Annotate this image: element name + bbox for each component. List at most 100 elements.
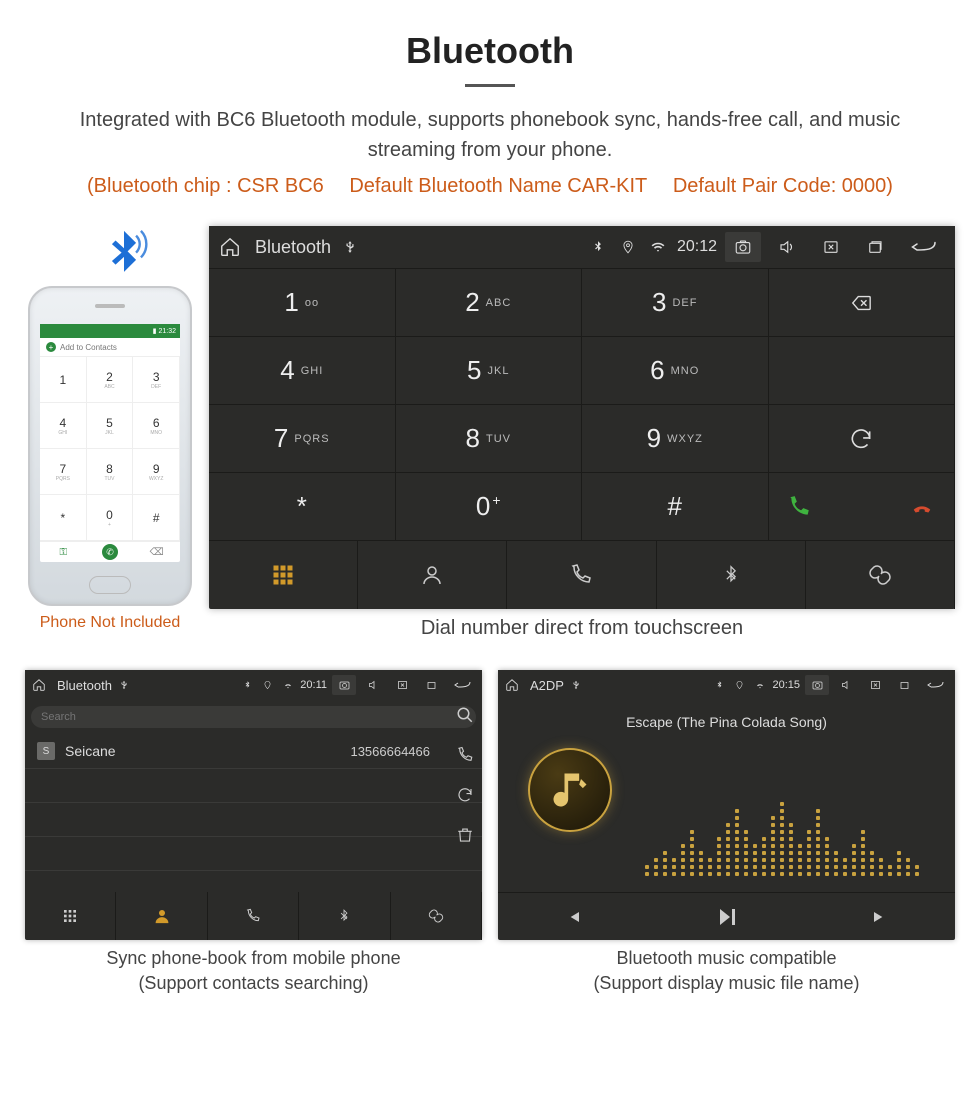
nav-pair[interactable]: [391, 892, 482, 940]
search-input[interactable]: [31, 706, 476, 728]
nav-dialpad[interactable]: [209, 541, 358, 609]
nav-pair[interactable]: [806, 541, 955, 609]
dialer-key-4[interactable]: 4GHI: [209, 337, 396, 405]
recent-apps-button[interactable]: [419, 675, 443, 695]
nav-contacts[interactable]: [116, 892, 207, 940]
sync-button[interactable]: [769, 405, 956, 473]
home-icon[interactable]: [504, 678, 519, 693]
volume-button[interactable]: [834, 675, 858, 695]
dialer-key-8[interactable]: 8TUV: [396, 405, 583, 473]
dialer-key-1[interactable]: 1oo: [209, 269, 396, 337]
call-icon[interactable]: [456, 746, 474, 764]
statusbar-time: 20:12: [677, 238, 717, 256]
phone-statusbar: ▮ 21:32: [40, 324, 180, 338]
volume-button[interactable]: [361, 675, 385, 695]
back-button[interactable]: [901, 232, 945, 262]
phone-key: 5JKL: [87, 403, 134, 449]
bluetooth-icon: [712, 678, 727, 693]
nav-contacts[interactable]: [358, 541, 507, 609]
song-title: Escape (The Pina Colada Song): [498, 714, 955, 730]
volume-button[interactable]: [769, 232, 805, 262]
back-button[interactable]: [448, 675, 476, 695]
usb-icon: [569, 678, 584, 693]
search-icon[interactable]: [456, 706, 474, 724]
close-app-button[interactable]: [863, 675, 887, 695]
wifi-icon: [752, 678, 767, 693]
prev-track-button[interactable]: [498, 893, 650, 940]
contact-initial: S: [37, 742, 55, 760]
spec-name: Default Bluetooth Name CAR-KIT: [349, 175, 647, 197]
music-caption: Bluetooth music compatible (Support disp…: [498, 946, 955, 996]
location-icon: [617, 236, 639, 258]
music-screen: A2DP 20:15 Escape (The Pina Colada Song): [498, 670, 955, 940]
location-icon: [732, 678, 747, 693]
album-art-icon: [528, 748, 612, 832]
dialer-key-9[interactable]: 9WXYZ: [582, 405, 769, 473]
sync-icon[interactable]: [456, 786, 474, 804]
phone-mockup: ▮ 21:32 +Add to Contacts 12ABC3DEF 4GHI5J…: [28, 286, 192, 606]
add-contacts-row: +Add to Contacts: [40, 338, 180, 357]
nav-call-history[interactable]: [208, 892, 299, 940]
nav-bluetooth[interactable]: [299, 892, 390, 940]
backspace-button[interactable]: [769, 269, 956, 337]
screenshot-button[interactable]: [805, 675, 829, 695]
call-end-buttons[interactable]: [769, 473, 956, 541]
bluetooth-icon: [587, 236, 609, 258]
statusbar-time: 20:11: [300, 679, 327, 691]
dialer-key-2[interactable]: 2ABC: [396, 269, 583, 337]
phone-key: #: [133, 495, 180, 541]
contact-row[interactable]: S Seicane 13566664466: [25, 734, 482, 769]
recent-apps-button[interactable]: [857, 232, 893, 262]
delete-icon[interactable]: [456, 826, 474, 844]
dialer-key-0[interactable]: 0+: [396, 473, 583, 541]
bluetooth-icon: [240, 678, 255, 693]
nav-bluetooth[interactable]: [657, 541, 806, 609]
nav-call-history[interactable]: [507, 541, 656, 609]
dialer-key-6[interactable]: 6MNO: [582, 337, 769, 405]
phone-key: 3DEF: [133, 357, 180, 403]
dialer-key-5[interactable]: 5JKL: [396, 337, 583, 405]
dialer-key-#[interactable]: #: [582, 473, 769, 541]
wifi-icon: [647, 236, 669, 258]
equalizer-viz: [628, 756, 935, 876]
play-pause-button[interactable]: [650, 893, 802, 940]
phone-key: 2ABC: [87, 357, 134, 403]
dialer-key-3[interactable]: 3DEF: [582, 269, 769, 337]
usb-icon: [117, 678, 132, 693]
usb-icon: [339, 236, 361, 258]
phone-call-button: ✆: [87, 542, 134, 562]
main-dialer-screen: Bluetooth 20:12 1oo2ABC3DEF 4GHI5JKL6MNO 7…: [209, 226, 955, 609]
home-icon[interactable]: [219, 236, 241, 258]
phone-key: 9WXYZ: [133, 449, 180, 495]
recent-apps-button[interactable]: [892, 675, 916, 695]
phone-not-included-label: Phone Not Included: [25, 614, 195, 632]
spec-line: (Bluetooth chip : CSR BC6 Default Blueto…: [0, 175, 980, 198]
screenshot-button[interactable]: [332, 675, 356, 695]
phonebook-screen: Bluetooth 20:11 S Seicane: [25, 670, 482, 940]
dialer-key-7[interactable]: 7PQRS: [209, 405, 396, 473]
next-track-button[interactable]: [803, 893, 955, 940]
wifi-icon: [280, 678, 295, 693]
statusbar-time: 20:15: [772, 679, 800, 691]
close-app-button[interactable]: [390, 675, 414, 695]
phone-key: 0+: [87, 495, 134, 541]
dialer-key-*[interactable]: *: [209, 473, 396, 541]
statusbar-title: A2DP: [530, 678, 564, 693]
back-button[interactable]: [921, 675, 949, 695]
home-icon[interactable]: [31, 678, 46, 693]
nav-dialpad[interactable]: [25, 892, 116, 940]
phone-key: 8TUV: [87, 449, 134, 495]
phone-key: 6MNO: [133, 403, 180, 449]
spec-chip: (Bluetooth chip : CSR BC6: [87, 175, 324, 197]
main-caption: Dial number direct from touchscreen: [209, 617, 955, 640]
close-app-button[interactable]: [813, 232, 849, 262]
phone-key: *: [40, 495, 87, 541]
contact-name: Seicane: [65, 743, 116, 759]
screenshot-button[interactable]: [725, 232, 761, 262]
statusbar-title: Bluetooth: [255, 237, 331, 258]
phone-key: 1: [40, 357, 87, 403]
description: Integrated with BC6 Bluetooth module, su…: [40, 105, 940, 165]
phone-key: 7PQRS: [40, 449, 87, 495]
spec-code: Default Pair Code: 0000): [673, 175, 893, 197]
phone-key: 4GHI: [40, 403, 87, 449]
